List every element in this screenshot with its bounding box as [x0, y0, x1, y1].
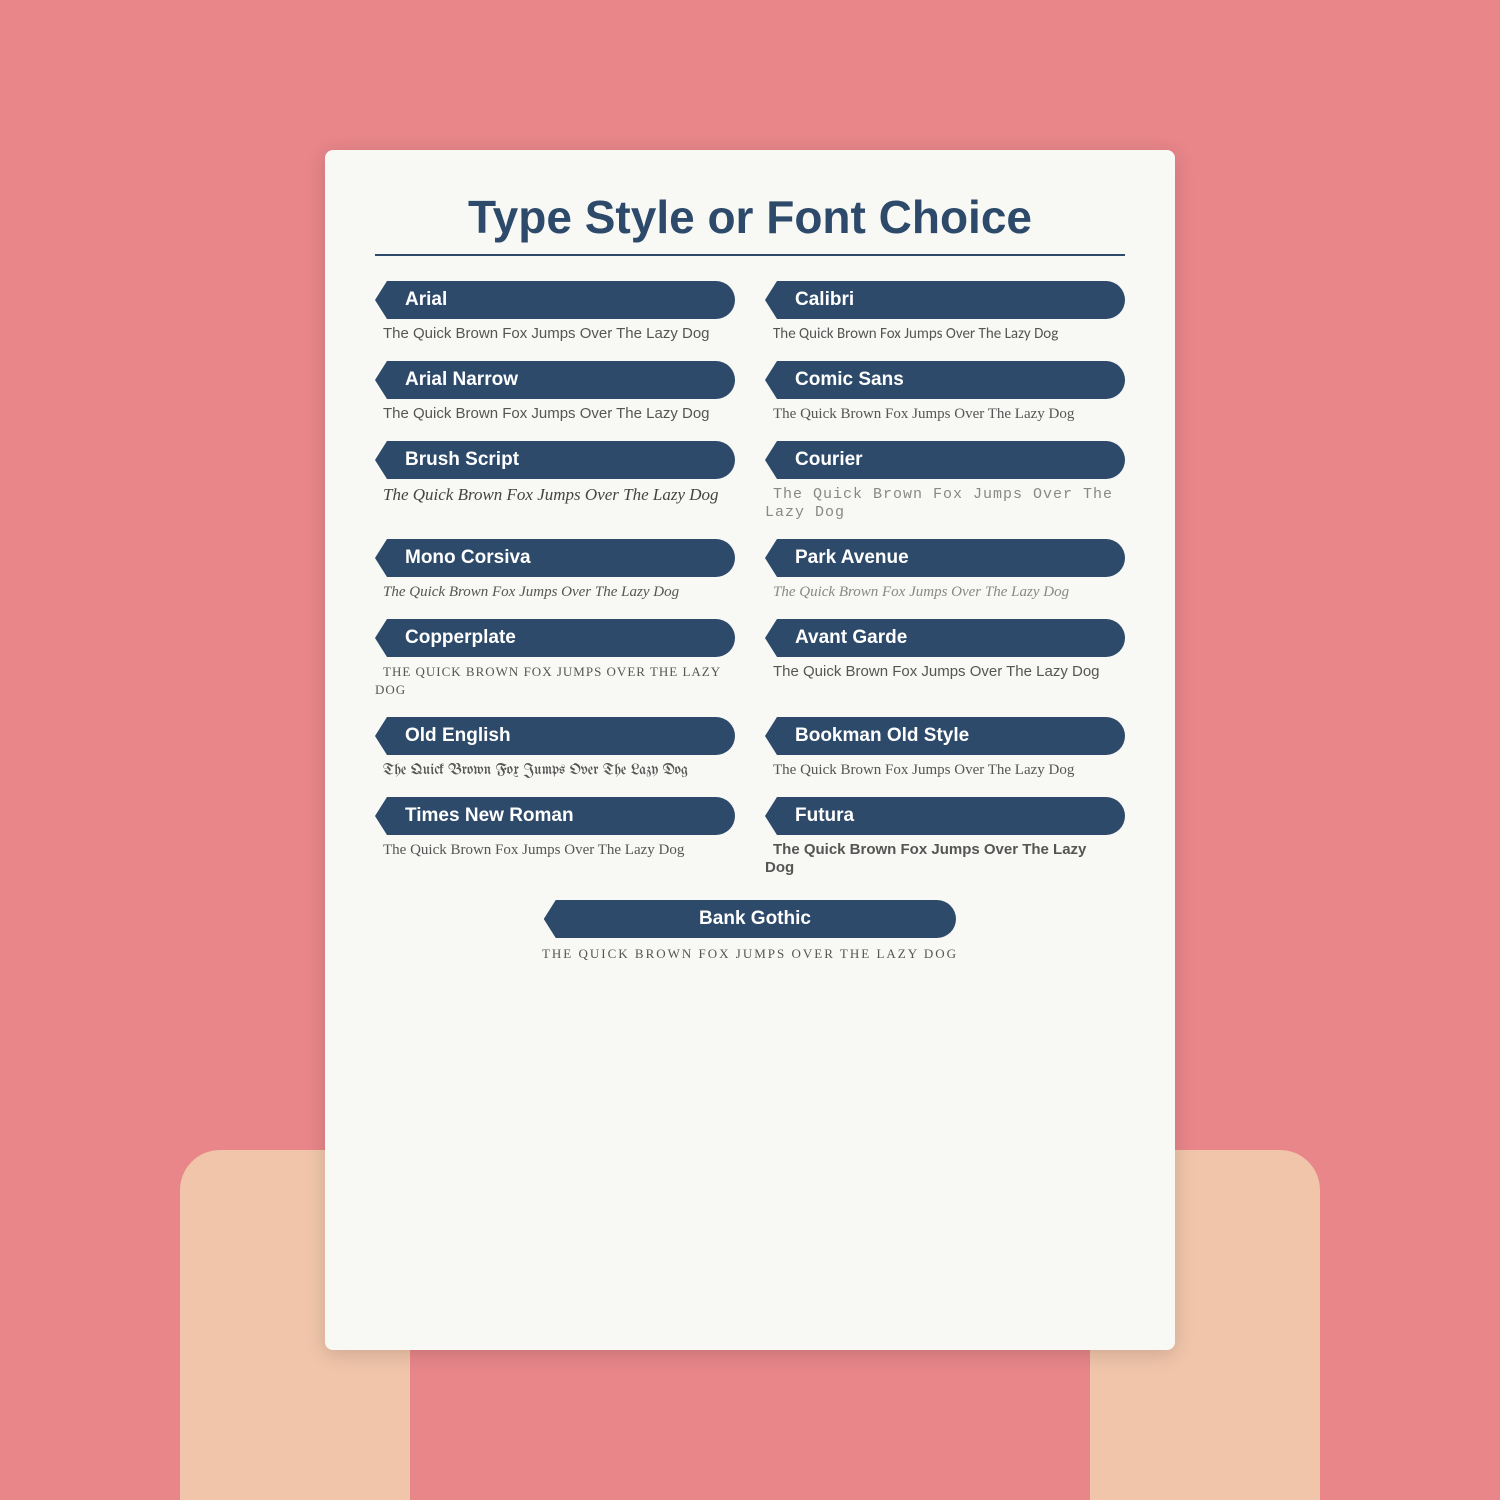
font-sample-courier: The Quick Brown Fox Jumps Over The Lazy …: [765, 484, 1113, 523]
font-label-avant-garde: Avant Garde: [765, 619, 1125, 657]
font-entry-courier: Courier The Quick Brown Fox Jumps Over T…: [765, 441, 1125, 521]
font-entry-arial-narrow: Arial Narrow The Quick Brown Fox Jumps O…: [375, 361, 735, 423]
font-entry-comic-sans: Comic Sans The Quick Brown Fox Jumps Ove…: [765, 361, 1125, 423]
font-label-park-avenue: Park Avenue: [765, 539, 1125, 577]
font-label-arial: Arial: [375, 281, 735, 319]
font-label-brush-script: Brush Script: [375, 441, 735, 479]
font-sample-bank-gothic: The Quick Brown Fox Jumps Over The Lazy …: [534, 944, 966, 964]
font-sample-avant-garde: The Quick Brown Fox Jumps Over The Lazy …: [765, 661, 1108, 682]
font-label-arial-narrow: Arial Narrow: [375, 361, 735, 399]
font-label-bookman: Bookman Old Style: [765, 717, 1125, 755]
font-label-comic-sans: Comic Sans: [765, 361, 1125, 399]
font-sample-times: The Quick Brown Fox Jumps Over The Lazy …: [375, 840, 692, 860]
font-entry-copperplate: Copperplate The Quick Brown Fox Jumps Ov…: [375, 619, 735, 699]
font-sample-comic-sans: The Quick Brown Fox Jumps Over The Lazy …: [765, 404, 1082, 424]
font-entry-arial: Arial The Quick Brown Fox Jumps Over The…: [375, 281, 735, 343]
font-entry-bank-gothic: Bank Gothic The Quick Brown Fox Jumps Ov…: [375, 900, 1125, 964]
font-entry-park-avenue: Park Avenue The Quick Brown Fox Jumps Ov…: [765, 539, 1125, 601]
font-label-futura: Futura: [765, 797, 1125, 835]
font-label-old-english: Old English: [375, 717, 735, 755]
font-sample-old-english: The Quick Brown Fox Jumps Over The Lazy …: [375, 760, 696, 780]
font-sample-bookman: The Quick Brown Fox Jumps Over The Lazy …: [765, 760, 1082, 780]
font-entry-calibri: Calibri The Quick Brown Fox Jumps Over T…: [765, 281, 1125, 343]
font-sample-copperplate: The Quick Brown Fox Jumps Over The Lazy …: [375, 662, 721, 699]
font-label-copperplate: Copperplate: [375, 619, 735, 657]
fonts-grid: Arial The Quick Brown Fox Jumps Over The…: [375, 281, 1125, 964]
font-sample-park-avenue: The Quick Brown Fox Jumps Over The Lazy …: [765, 582, 1077, 602]
font-chart-card: Type Style or Font Choice Arial The Quic…: [325, 150, 1175, 1350]
font-entry-times: Times New Roman The Quick Brown Fox Jump…: [375, 797, 735, 877]
font-sample-calibri: The Quick Brown Fox Jumps Over The Lazy …: [765, 323, 1066, 345]
font-sample-arial: The Quick Brown Fox Jumps Over The Lazy …: [375, 323, 718, 344]
font-sample-arial-narrow: The Quick Brown Fox Jumps Over The Lazy …: [375, 403, 718, 424]
font-sample-brush-script: The Quick Brown Fox Jumps Over The Lazy …: [375, 483, 727, 506]
font-entry-futura: Futura The Quick Brown Fox Jumps Over Th…: [765, 797, 1125, 877]
font-label-courier: Courier: [765, 441, 1125, 479]
font-entry-old-english: Old English The Quick Brown Fox Jumps Ov…: [375, 717, 735, 779]
font-label-mono-corsiva: Mono Corsiva: [375, 539, 735, 577]
font-label-times: Times New Roman: [375, 797, 735, 835]
page-title: Type Style or Font Choice: [375, 190, 1125, 244]
font-label-calibri: Calibri: [765, 281, 1125, 319]
font-sample-mono-corsiva: The Quick Brown Fox Jumps Over The Lazy …: [375, 582, 687, 602]
title-divider: [375, 254, 1125, 256]
font-entry-mono-corsiva: Mono Corsiva The Quick Brown Fox Jumps O…: [375, 539, 735, 601]
font-label-bank-gothic: Bank Gothic: [544, 900, 957, 938]
font-entry-brush-script: Brush Script The Quick Brown Fox Jumps O…: [375, 441, 735, 521]
font-sample-futura: The Quick Brown Fox Jumps Over The Lazy …: [765, 839, 1086, 878]
font-entry-avant-garde: Avant Garde The Quick Brown Fox Jumps Ov…: [765, 619, 1125, 699]
font-entry-bookman: Bookman Old Style The Quick Brown Fox Ju…: [765, 717, 1125, 779]
